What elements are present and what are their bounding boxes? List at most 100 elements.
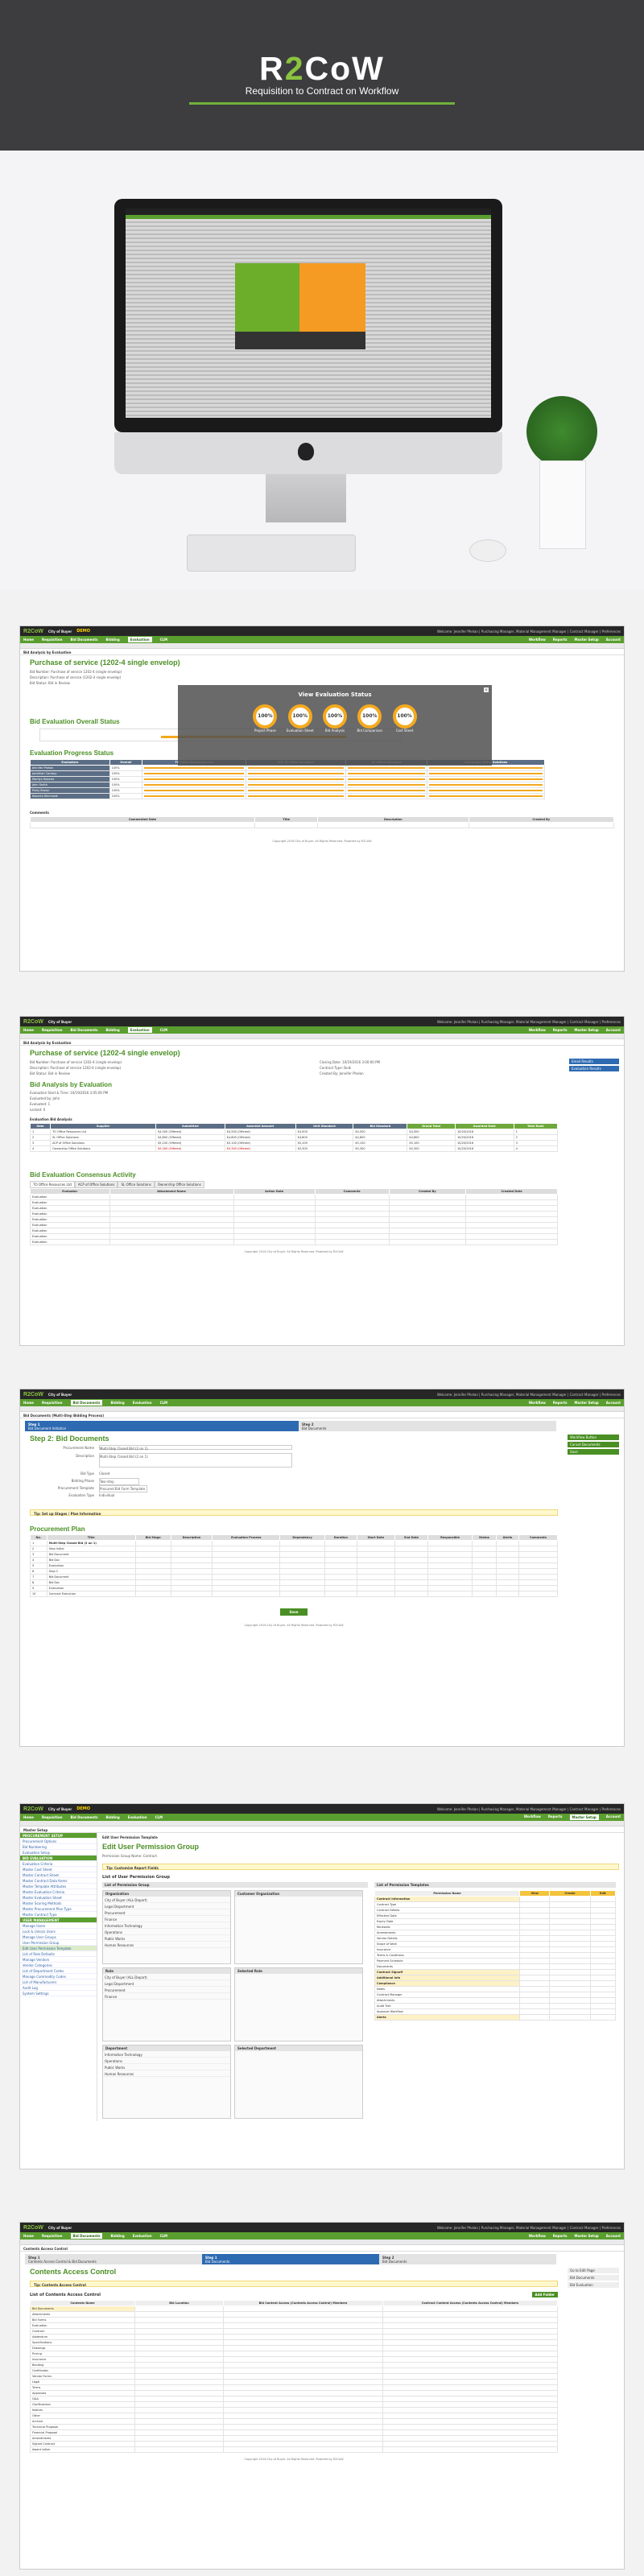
nav-home[interactable]: Home: [23, 1028, 34, 1032]
folder-name[interactable]: Award Letter: [30, 2446, 135, 2453]
department-list[interactable]: Department Information Technology Operat…: [102, 2045, 231, 2119]
nav-account[interactable]: Account: [606, 1401, 621, 1405]
role-list[interactable]: Role City of Buyer (ALL-Depart) Legal De…: [102, 1967, 231, 2041]
list-item[interactable]: Procurement: [103, 1987, 230, 1993]
nav-account[interactable]: Account: [606, 1028, 621, 1032]
menu-item[interactable]: Manage User Groups: [20, 1934, 97, 1940]
nav-account[interactable]: Account: [606, 2234, 621, 2238]
plan-row-title[interactable]: Evaluation: [46, 1563, 136, 1569]
nav-bid-documents[interactable]: Bid Documents: [70, 1400, 103, 1406]
nav-home[interactable]: Home: [23, 1401, 34, 1405]
procurement-name-input[interactable]: Multi-Step Closed Bid (2 on 1): [99, 1445, 292, 1451]
list-item[interactable]: City of Buyer (ALL-Depart): [103, 1897, 230, 1903]
tab-supplier-3[interactable]: SL Office Solutions: [118, 1181, 155, 1188]
nav-master-setup[interactable]: Master Setup: [575, 638, 599, 642]
nav-reports[interactable]: Reports: [553, 1028, 568, 1032]
menu-item[interactable]: Lock & Unlock Users: [20, 1929, 97, 1934]
nav-evaluation[interactable]: Evaluation: [133, 1401, 152, 1405]
plan-row-title[interactable]: Bid Document: [46, 1574, 136, 1580]
menu-item[interactable]: Master Evaluation Criteria: [20, 1889, 97, 1895]
list-item[interactable]: Information Technology: [103, 1922, 230, 1929]
menu-item[interactable]: Evaluation Setup: [20, 1850, 97, 1856]
list-item[interactable]: Finance: [103, 1993, 230, 2000]
folder-name[interactable]: Notices: [30, 2407, 135, 2413]
nav-evaluation[interactable]: Evaluation: [127, 637, 152, 642]
menu-item[interactable]: Evaluation Criteria: [20, 1861, 97, 1867]
list-item[interactable]: Finance: [103, 1916, 230, 1922]
folder-name[interactable]: Terms: [30, 2384, 135, 2391]
folder-name[interactable]: Approvals: [30, 2390, 135, 2396]
nav-clm[interactable]: CLM: [160, 1401, 167, 1405]
folder-name[interactable]: Certificates: [30, 2368, 135, 2374]
nav-account[interactable]: Account: [606, 1814, 621, 1820]
menu-item[interactable]: Master Contract Sheet: [20, 1872, 97, 1878]
nav-workflow[interactable]: Workflow: [529, 638, 546, 642]
menu-item[interactable]: Procurement Options: [20, 1839, 97, 1844]
plan-row-title[interactable]: Bid Document: [46, 1551, 136, 1558]
nav-master-setup[interactable]: Master Setup: [575, 1401, 599, 1405]
edit-page-button[interactable]: Go to Edit Page: [568, 2268, 619, 2273]
nav-bid-documents[interactable]: Bid Documents: [71, 638, 98, 642]
list-item[interactable]: Operations: [103, 2058, 230, 2064]
nav-evaluation[interactable]: Evaluation: [128, 1815, 147, 1819]
evaluation-results-button[interactable]: Evaluation Results: [569, 1066, 619, 1071]
step-1[interactable]: Step 1 Bid Document Initiation: [25, 1421, 299, 1431]
list-item[interactable]: Human Resources: [103, 1942, 230, 1948]
menu-item[interactable]: Master Contract Type: [20, 1912, 97, 1918]
menu-item[interactable]: Manage Users: [20, 1923, 97, 1929]
nav-bid-documents[interactable]: Bid Documents: [71, 1815, 98, 1819]
menu-item[interactable]: List of Role Defaults: [20, 1951, 97, 1957]
close-icon[interactable]: ×: [484, 687, 489, 692]
selected-role-list[interactable]: Selected Role: [234, 1967, 363, 2041]
list-item[interactable]: Public Works: [103, 1935, 230, 1942]
nav-reports[interactable]: Reports: [553, 1401, 568, 1405]
step-2[interactable]: Step 2 Bid Documents: [299, 1421, 556, 1431]
list-item[interactable]: Procurement: [103, 1909, 230, 1916]
menu-item-active[interactable]: Edit User Permission Template: [20, 1946, 97, 1951]
nav-clm[interactable]: CLM: [160, 2234, 167, 2238]
menu-item[interactable]: Vendor Categories: [20, 1963, 97, 1968]
nav-bidding[interactable]: Bidding: [110, 2234, 124, 2238]
nav-requisition[interactable]: Requisition: [42, 2234, 63, 2238]
cancel-documents-button[interactable]: Cancel Documents: [568, 1442, 619, 1447]
nav-workflow[interactable]: Workflow: [529, 2234, 546, 2238]
nav-bidding[interactable]: Bidding: [105, 1815, 119, 1819]
nav-evaluation[interactable]: Evaluation: [133, 2234, 152, 2238]
nav-master-setup[interactable]: Master Setup: [575, 1028, 599, 1032]
plan-row-title[interactable]: Multi-Step Closed Bid (2 on 1): [46, 1540, 136, 1546]
template-select[interactable]: Procured Bid Form Template: [99, 1485, 147, 1492]
folder-name[interactable]: Signed Contract: [30, 2441, 135, 2447]
menu-item[interactable]: System Settings: [20, 1991, 97, 1996]
tab-supplier-1[interactable]: TO Office Resources Ltd: [30, 1181, 75, 1188]
nav-bid-documents[interactable]: Bid Documents: [70, 2233, 103, 2239]
folder-name[interactable]: Attachments: [30, 2311, 135, 2318]
nav-master-setup[interactable]: Master Setup: [575, 2234, 599, 2238]
plan-row-title[interactable]: Contract Execution: [46, 1591, 136, 1597]
nav-requisition[interactable]: Requisition: [42, 1815, 63, 1819]
nav-reports[interactable]: Reports: [553, 638, 568, 642]
folder-name[interactable]: Vendor Forms: [30, 2373, 135, 2380]
folder-name[interactable]: Pricing: [30, 2351, 135, 2357]
bid-documents-button[interactable]: Bid Documents: [568, 2275, 619, 2281]
nav-bidding[interactable]: Bidding: [105, 1028, 119, 1032]
folder-name[interactable]: Bonding: [30, 2362, 135, 2368]
group-name-field[interactable]: Permission Group Name: Contract: [102, 1853, 619, 1859]
plan-row-title[interactable]: Step 2: [46, 1568, 136, 1575]
folder-name[interactable]: Archive: [30, 2418, 135, 2425]
bid-type-radio[interactable]: Closed: [99, 1471, 109, 1478]
nav-requisition[interactable]: Requisition: [42, 638, 63, 642]
menu-item[interactable]: Bid Numbering: [20, 1844, 97, 1850]
menu-item[interactable]: Master Contract Data Items: [20, 1878, 97, 1884]
email-results-button[interactable]: Email Results: [569, 1059, 619, 1064]
nav-reports[interactable]: Reports: [553, 2234, 568, 2238]
nav-requisition[interactable]: Requisition: [42, 1401, 63, 1405]
nav-workflow[interactable]: Workflow: [529, 1028, 546, 1032]
folder-name[interactable]: Bid Forms: [30, 2317, 135, 2323]
description-input[interactable]: Multi-Step Closed Bid (2 on 1): [99, 1453, 292, 1468]
plan-row-title[interactable]: Bid Doc: [46, 1557, 136, 1563]
add-folder-button[interactable]: Add Folder: [531, 2292, 558, 2297]
nav-evaluation[interactable]: Evaluation: [127, 1027, 152, 1033]
user-info[interactable]: Welcome: Jennifer Phelan | Purchasing Ma…: [437, 2226, 621, 2230]
folder-name[interactable]: Insurance: [30, 2356, 135, 2363]
workflow-button[interactable]: Workflow Button: [568, 1435, 619, 1440]
